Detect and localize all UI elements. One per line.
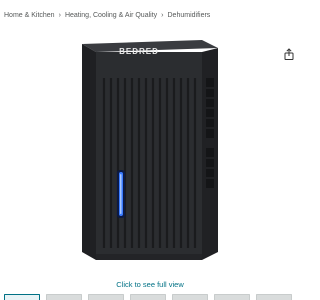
breadcrumb-separator: ›: [161, 12, 164, 19]
thumbnail[interactable]: [214, 294, 250, 300]
breadcrumb-home-kitchen[interactable]: Home & Kitchen: [4, 12, 55, 19]
breadcrumb: Home & Kitchen › Heating, Cooling & Air …: [4, 12, 210, 19]
dehumidifier-image: [82, 40, 218, 260]
see-full-view-link[interactable]: Click to see full view: [0, 280, 300, 289]
thumbnail[interactable]: [88, 294, 124, 300]
brand-label: BEDRED: [119, 47, 159, 56]
thumbnail[interactable]: [130, 294, 166, 300]
breadcrumb-heating-cooling[interactable]: Heating, Cooling & Air Quality: [65, 12, 157, 19]
breadcrumb-separator: ›: [58, 12, 61, 19]
thumbnail[interactable]: [256, 294, 292, 300]
breadcrumb-dehumidifiers[interactable]: Dehumidifiers: [168, 12, 211, 19]
thumbnail[interactable]: [4, 294, 40, 300]
thumbnail-strip: [0, 294, 300, 300]
thumbnail[interactable]: [172, 294, 208, 300]
thumbnail[interactable]: [46, 294, 82, 300]
product-image[interactable]: BEDRED: [74, 38, 224, 268]
share-icon[interactable]: [283, 47, 295, 60]
